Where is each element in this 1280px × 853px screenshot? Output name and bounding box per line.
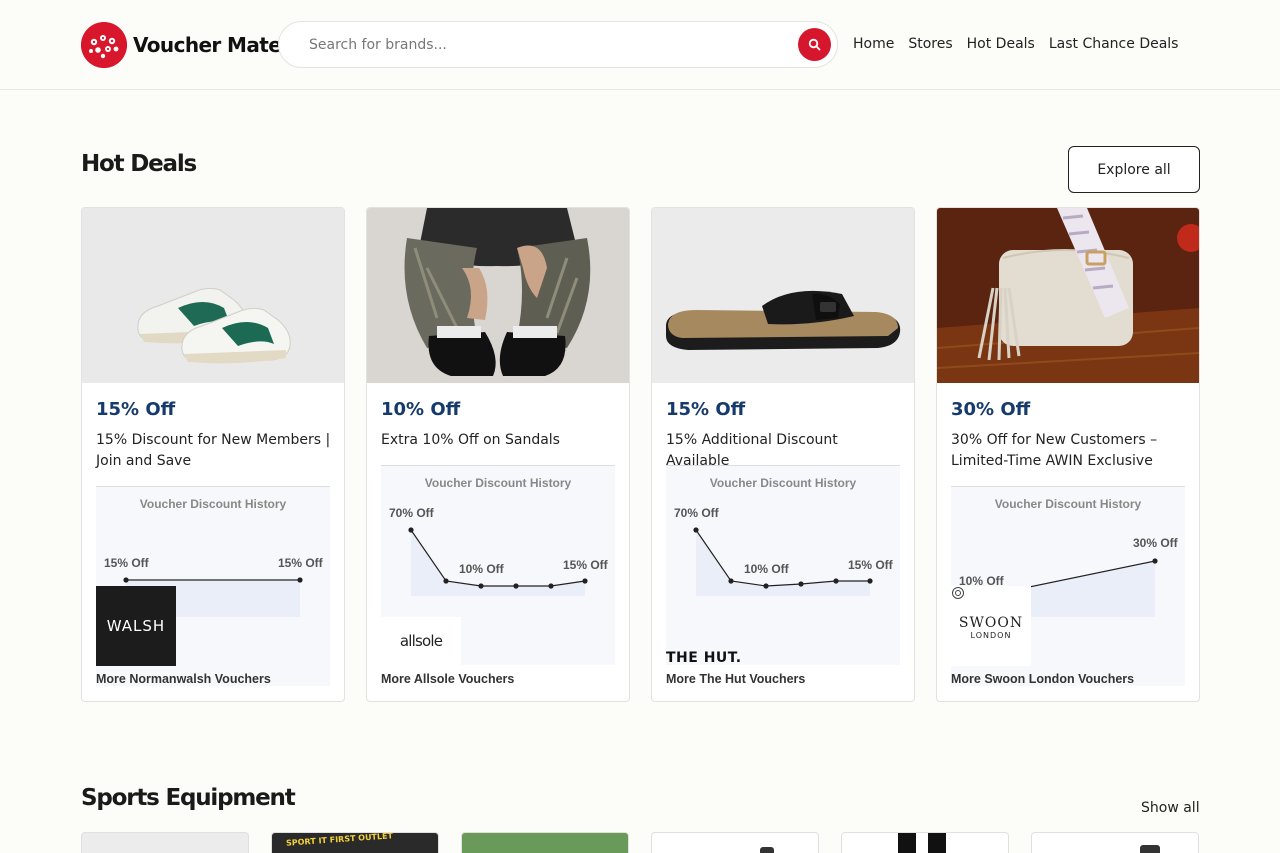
history-point: [548, 583, 554, 589]
history-point: [513, 583, 519, 589]
search-button[interactable]: [798, 28, 831, 61]
voucher-history-chart: Voucher Discount History 70% Off 10% Off…: [666, 465, 900, 666]
history-label: 15% Off: [104, 556, 150, 570]
nav-last-chance-deals[interactable]: Last Chance Deals: [1049, 36, 1179, 52]
brand-logo-text: SWOON: [958, 615, 1024, 631]
history-point: [123, 577, 129, 583]
history-point: [582, 578, 588, 584]
site-header: Voucher Mate Home Stores Hot Deals Last …: [0, 0, 1280, 90]
brand-logo-text: WALSH: [106, 617, 166, 635]
more-vouchers-link[interactable]: More Allsole Vouchers: [381, 672, 514, 686]
explore-all-button[interactable]: Explore all: [1068, 146, 1200, 193]
more-vouchers-link[interactable]: More Swoon London Vouchers: [951, 672, 1134, 686]
history-label: 15% Off: [848, 558, 894, 572]
allsole-brand-logo[interactable]: allsole: [381, 617, 461, 665]
sport-tile[interactable]: [1031, 832, 1199, 853]
sport-tile[interactable]: [651, 832, 819, 853]
history-label: 70% Off: [674, 506, 720, 520]
the-hut-brand-logo[interactable]: THE HUT.: [666, 650, 746, 666]
history-point: [443, 578, 449, 584]
product-image-crossbody-bag: [937, 208, 1199, 383]
brand-logo-subtext: LONDON: [970, 631, 1012, 640]
sport-tile[interactable]: SPORT IT FIRST OUTLET: [271, 832, 439, 853]
product-thumbnail: [1140, 845, 1160, 853]
product-thumbnail: [928, 833, 946, 853]
search-input[interactable]: [309, 22, 779, 67]
history-label: 15% Off: [563, 558, 609, 572]
deal-description: Extra 10% Off on Sandals: [381, 432, 560, 448]
history-point: [763, 583, 769, 589]
history-point: [798, 581, 804, 587]
history-point: [833, 578, 839, 584]
sport-it-first-sign: SPORT IT FIRST OUTLET: [285, 832, 394, 848]
history-point: [478, 583, 484, 589]
nav-hot-deals[interactable]: Hot Deals: [967, 36, 1035, 52]
more-vouchers-link[interactable]: More Normanwalsh Vouchers: [96, 672, 271, 686]
sport-tile[interactable]: [461, 832, 629, 853]
deal-discount: 15% Off: [96, 399, 176, 420]
history-label: 10% Off: [744, 562, 790, 576]
deal-card[interactable]: 15% Off 15% Discount for New Members | J…: [81, 207, 345, 702]
deal-description: 15% Discount for New Members | Join and …: [96, 432, 331, 469]
sport-tile[interactable]: [81, 832, 249, 853]
deal-description: 30% Off for New Customers – Limited-Time…: [951, 432, 1158, 469]
swoon-emblem-icon: [952, 587, 964, 599]
sports-equipment-title: Sports Equipment: [81, 785, 296, 811]
deal-discount: 10% Off: [381, 399, 461, 420]
deal-card[interactable]: 30% Off 30% Off for New Customers – Limi…: [936, 207, 1200, 702]
brand-logo-text: allsole: [399, 632, 443, 650]
deal-card[interactable]: 10% Off Extra 10% Off on Sandals Voucher…: [366, 207, 630, 702]
deal-card[interactable]: 15% Off 15% Additional Discount Availabl…: [651, 207, 915, 702]
search-icon: [808, 38, 821, 51]
history-label: 10% Off: [459, 562, 505, 576]
history-point: [693, 527, 699, 533]
voucher-history-chart: Voucher Discount History 15% Off 15% Off…: [96, 486, 330, 686]
voucher-history-chart: Voucher Discount History 10% Off 30% Off…: [951, 486, 1185, 686]
product-image-boots: [367, 208, 629, 383]
logo-text: Voucher Mate: [133, 33, 282, 57]
voucher-history-chart: Voucher Discount History 70% Off 10% Off…: [381, 465, 615, 665]
product-thumbnail: [898, 833, 916, 853]
product-image-sneakers: [82, 208, 344, 383]
normanwalsh-brand-logo[interactable]: WALSH: [96, 586, 176, 666]
history-point: [408, 527, 414, 533]
swoon-london-brand-logo[interactable]: SWOON LONDON: [951, 586, 1031, 666]
history-point: [1152, 558, 1158, 564]
more-vouchers-link[interactable]: More The Hut Vouchers: [666, 672, 805, 686]
history-point: [728, 578, 734, 584]
deal-discount: 30% Off: [951, 399, 1031, 420]
voucher-mate-logo-icon: [81, 22, 127, 68]
history-label: 70% Off: [389, 506, 435, 520]
main-nav: Home Stores Hot Deals Last Chance Deals: [853, 36, 1192, 52]
history-point: [867, 578, 873, 584]
hot-deals-title: Hot Deals: [81, 151, 197, 177]
history-point: [297, 577, 303, 583]
history-label: 30% Off: [1133, 536, 1179, 550]
search-bar: [278, 21, 838, 68]
sport-tile[interactable]: [841, 832, 1009, 853]
history-label: 15% Off: [278, 556, 324, 570]
nav-stores[interactable]: Stores: [908, 36, 952, 52]
show-all-link[interactable]: Show all: [1141, 800, 1200, 816]
product-image-sandal: [652, 208, 914, 383]
brand-logo-text: THE HUT.: [666, 650, 742, 666]
nav-home[interactable]: Home: [853, 36, 894, 52]
site-logo[interactable]: Voucher Mate: [81, 22, 282, 68]
deal-discount: 15% Off: [666, 399, 746, 420]
product-thumbnail: [760, 847, 774, 853]
